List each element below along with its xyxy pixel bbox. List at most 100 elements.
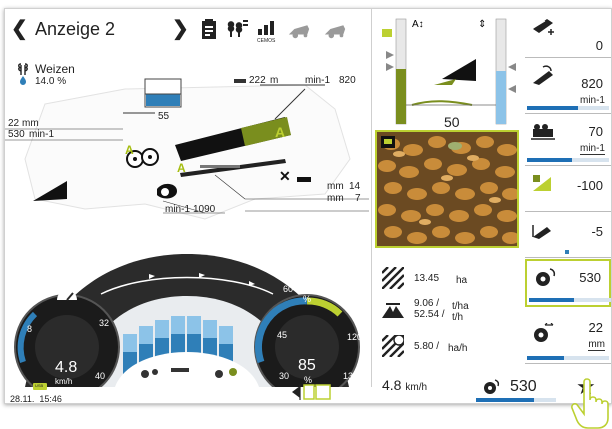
- svg-text:✕: ✕: [279, 168, 291, 184]
- rpm-top-value: 820: [339, 75, 356, 86]
- speed-tick-16: 16: [47, 270, 58, 280]
- status-speed-unit: km/h: [405, 382, 428, 393]
- harvester-icon[interactable]: [287, 17, 311, 41]
- tile-reel-speed[interactable]: 820 min-1: [525, 59, 611, 114]
- svg-text:A↕: A↕: [412, 19, 424, 30]
- load-tick-90: 90: [323, 272, 334, 282]
- previous-page-button[interactable]: ❮: [11, 19, 28, 39]
- yield-icon: [382, 303, 404, 318]
- grain-settings-icon[interactable]: [225, 17, 249, 41]
- wheat-icon: [18, 63, 28, 75]
- concave-gap-value: 22: [8, 118, 20, 129]
- status-row: USB 28.11. 15:46 4.8 km/h 530 ★: [4, 376, 610, 405]
- header-width-value: 222: [249, 75, 266, 86]
- cleaning-auto-marker: A: [275, 124, 286, 140]
- grain-moisture: 14.0 %: [35, 76, 67, 87]
- area-unit: ha: [456, 275, 468, 286]
- tile-angle-marker: [527, 250, 609, 254]
- machine-position-icon[interactable]: [290, 382, 342, 402]
- load-percent-symbol: %: [303, 294, 312, 304]
- tile-auto-height-value: -100: [576, 178, 603, 193]
- speed-tick-8: 8: [27, 324, 33, 334]
- lower-sieve-unit: mm: [327, 193, 344, 204]
- top-bar: ❮ Anzeige 2 ❯ CEMOS: [5, 9, 369, 50]
- svg-text:⇕: ⇕: [478, 19, 486, 30]
- grain-kernels: [377, 132, 517, 246]
- upper-sieve-value: 14: [349, 181, 361, 192]
- reel-speed-icon: [533, 65, 553, 85]
- clipboard-icon[interactable]: [197, 17, 221, 41]
- tile-rotor-speed-value: 530: [579, 270, 601, 285]
- tile-rotor-speed[interactable]: 530: [525, 259, 611, 307]
- rotor-rpm-value: 530: [8, 129, 25, 140]
- tile-concave-gap-bar: [527, 356, 609, 360]
- speed-tick-32: 32: [99, 318, 110, 328]
- yield-per-ha-unit: t/ha: [452, 301, 469, 312]
- status-date: 28.11. 15:46: [10, 394, 62, 404]
- tile-reel-speed-bar: [527, 106, 609, 110]
- right-tile-column: 0 820 min-1 70 min-1 -100 -5 530 22 mm: [525, 9, 611, 387]
- next-page-button[interactable]: ❯: [172, 19, 189, 39]
- header-lift-value: 50: [444, 114, 460, 130]
- yield-per-h-unit: t/h: [452, 312, 464, 323]
- load-tick-45: 45: [277, 330, 288, 340]
- main-screen: ❮ Anzeige 2 ❯ CEMOS ✕ A A A Weizen 14.0 …: [4, 8, 612, 404]
- area-icon: [382, 267, 404, 289]
- grain-camera-image[interactable]: [375, 130, 519, 248]
- area-value: 13.45: [414, 273, 440, 284]
- speed-tick-24: 24: [75, 268, 86, 278]
- sieve-auto-marker: A: [177, 161, 186, 175]
- status-speed: 4.8 km/h: [382, 377, 428, 393]
- lower-sieve-value: 7: [355, 193, 361, 204]
- load-tick-60: 60: [283, 284, 294, 294]
- tile-auto-height[interactable]: -100: [525, 167, 611, 212]
- tank-level-value: 55: [158, 111, 170, 122]
- tile-concave-gap-value: 22: [588, 320, 603, 335]
- tile-angle[interactable]: -5: [525, 213, 611, 258]
- rpm-top-unit: min-1: [305, 75, 331, 86]
- gauge-cluster: 16 24 8 32 40 4.8 km/h 75 90 60 105 45 1…: [5, 234, 369, 387]
- machine-schematic: ✕ A A A Weizen 14.0 % 222 m min-1 820 55…: [5, 49, 369, 234]
- tile-rotor-speed-bar: [529, 298, 611, 302]
- area-rate-unit: ha/h: [448, 343, 468, 354]
- tile-threshing-drum-bar: [527, 158, 609, 162]
- yield-per-h-value: 52.54 /: [414, 309, 445, 320]
- load-tick-120: 120: [347, 332, 363, 342]
- status-time: 15:46: [39, 394, 62, 404]
- tile-threshing-drum-unit: min-1: [579, 143, 605, 155]
- cemos-label: CEMOS: [257, 38, 276, 44]
- middle-column: A↕ ⇕ 50 13.45 ha 9.06 / t/ha 52.54 / t/h…: [371, 9, 522, 387]
- status-rotor-icon: [484, 379, 500, 394]
- upper-sieve-unit: mm: [327, 181, 344, 192]
- threshing-auto-marker: A: [125, 143, 134, 157]
- speed-gauge-value: 4.8: [55, 359, 78, 376]
- tile-angle-value: -5: [591, 224, 603, 239]
- tile-header-position-value: 0: [595, 38, 603, 53]
- concave-gap-icon: [534, 323, 554, 342]
- tile-header-position[interactable]: 0: [525, 9, 611, 58]
- load-tick-75: 75: [300, 268, 311, 278]
- yield-per-ha-value: 9.06 /: [414, 298, 440, 309]
- usb-label: USB: [35, 383, 44, 388]
- header-position-icon: [533, 19, 554, 35]
- concave-gap-unit: mm: [22, 118, 39, 129]
- auto-height-icon: [533, 175, 551, 191]
- status-rotor-bar: [476, 398, 556, 402]
- harvester-alt-icon[interactable]: [323, 17, 347, 41]
- tile-threshing-drum[interactable]: 70 min-1: [525, 115, 611, 166]
- area-rate-value: 5.80 /: [414, 341, 440, 352]
- header-width-unit: m: [270, 75, 279, 86]
- crop-name: Weizen: [35, 62, 75, 76]
- tile-threshing-drum-value: 70: [588, 124, 603, 139]
- tile-reel-speed-value: 820: [581, 76, 603, 91]
- tile-concave-gap[interactable]: 22 mm: [525, 309, 611, 364]
- fan-rpm-unit: min-1: [165, 204, 191, 215]
- status-rotor-value[interactable]: 530: [510, 379, 537, 395]
- rotor-speed-icon: [536, 268, 556, 286]
- rotor-rpm-unit: min-1: [29, 129, 55, 140]
- tile-concave-gap-unit: mm: [588, 339, 605, 351]
- page-title: Anzeige 2: [35, 19, 116, 39]
- angle-icon: [532, 225, 551, 239]
- fan-rpm-value: 1090: [193, 204, 216, 215]
- load-tick-105: 105: [343, 290, 359, 300]
